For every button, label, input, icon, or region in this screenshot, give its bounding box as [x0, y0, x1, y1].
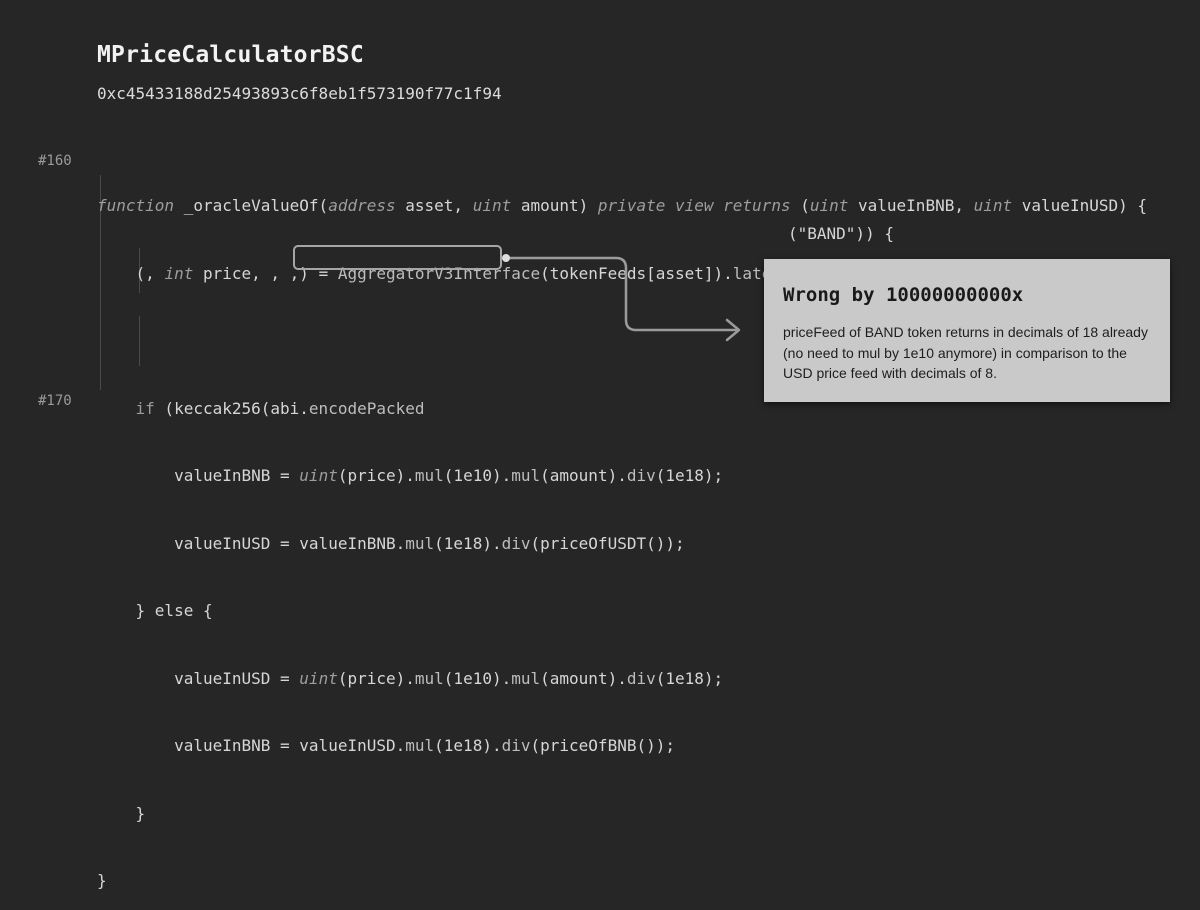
- code-line-168: valueInBNB = valueInUSD.mul(1e18).div(pr…: [97, 736, 675, 755]
- code-line-164: valueInBNB = uint(price).mul(1e10).mul(a…: [97, 466, 724, 485]
- code-line-165: valueInUSD = valueInBNB.mul(1e18).div(pr…: [97, 533, 685, 553]
- code-line-169: }: [97, 803, 146, 823]
- code-line-170: }: [97, 871, 107, 890]
- code-line-167: valueInUSD = uint(price).mul(1e10).mul(a…: [97, 668, 724, 688]
- connector-dot: [502, 254, 510, 262]
- code-line-166: } else {: [97, 601, 213, 620]
- annotation-callout: Wrong by 10000000000x priceFeed of BAND …: [764, 259, 1170, 402]
- callout-body: priceFeed of BAND token returns in decim…: [783, 324, 1148, 381]
- callout-title: Wrong by 10000000000x: [783, 284, 1024, 306]
